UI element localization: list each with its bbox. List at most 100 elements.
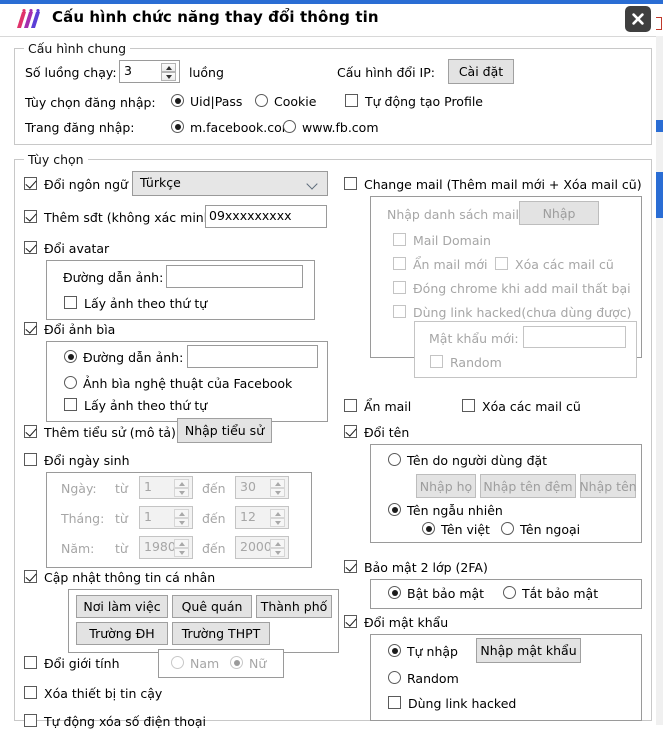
cover-settings-box: Đường dẫn ảnh: Ảnh bìa nghệ thuật của Fa… xyxy=(46,341,328,422)
login-cookie-radio[interactable] xyxy=(255,94,268,107)
day-from-value: 1 xyxy=(144,479,152,494)
month-from-increment-button xyxy=(174,509,189,518)
enter-bio-button[interactable]: Nhập tiểu sử xyxy=(177,418,272,443)
gender-male-radio xyxy=(171,656,184,669)
change-gender-label: Đổi giới tính xyxy=(44,656,120,671)
add-bio-checkbox[interactable] xyxy=(24,425,37,438)
hide-new-mail-checkbox xyxy=(393,257,406,270)
login-page-m-radio[interactable] xyxy=(171,120,184,133)
highschool-button[interactable]: Trường THPT xyxy=(172,622,270,645)
avatar-path-input[interactable] xyxy=(166,265,303,288)
vietnamese-name-radio[interactable] xyxy=(422,522,435,535)
ip-settings-button[interactable]: Cài đặt xyxy=(448,59,514,84)
update-personal-info-checkbox[interactable] xyxy=(24,570,37,583)
city-button[interactable]: Thành phố xyxy=(256,595,332,618)
auto-remove-phone-checkbox[interactable] xyxy=(24,714,37,727)
new-password-box: Mật khẩu mới: Random xyxy=(414,321,637,378)
login-uidpass-label: Uid|Pass xyxy=(190,94,243,109)
delete-old-mails-2-label: Xóa các mail cũ xyxy=(482,399,581,414)
foreign-name-radio[interactable] xyxy=(501,522,514,535)
year-to-label: đến xyxy=(202,541,226,556)
change-gender-checkbox[interactable] xyxy=(24,656,37,669)
change-birthday-checkbox[interactable] xyxy=(24,453,37,466)
change-avatar-label: Đổi avatar xyxy=(44,241,110,256)
remove-trusted-device-checkbox[interactable] xyxy=(24,686,37,699)
cover-path-input[interactable] xyxy=(187,345,318,368)
custom-name-radio[interactable] xyxy=(388,453,401,466)
change-name-checkbox[interactable] xyxy=(344,425,357,438)
hometown-button[interactable]: Quê quán xyxy=(172,595,252,618)
auto-remove-phone-label: Tự động xóa số điện thoại xyxy=(44,714,206,729)
change-password-checkbox[interactable] xyxy=(344,615,357,628)
vietnamese-name-label: Tên việt xyxy=(441,522,490,537)
month-to-increment-button xyxy=(270,509,285,518)
change-cover-checkbox[interactable] xyxy=(24,322,37,335)
university-button[interactable]: Trường ĐH xyxy=(76,622,168,645)
month-to-decrement-button xyxy=(270,518,285,527)
threads-unit-label: luồng xyxy=(189,65,224,80)
change-mail-checkbox[interactable] xyxy=(344,177,357,190)
random-password-option-label: Random xyxy=(407,671,459,686)
window-title-bar: Cấu hình chức năng thay đổi thông tin xyxy=(0,0,656,37)
disable-security-label: Tắt bảo mật xyxy=(522,586,599,601)
phone-input[interactable]: 09xxxxxxxxx xyxy=(205,205,327,228)
cover-fb-art-radio[interactable] xyxy=(64,376,77,389)
threads-decrement-button[interactable] xyxy=(161,72,176,81)
month-from-value: 1 xyxy=(144,509,152,524)
day-from-increment-button xyxy=(174,479,189,488)
enable-security-label: Bật bảo mật xyxy=(407,586,485,601)
workplace-button[interactable]: Nơi làm việc xyxy=(76,595,168,618)
two-fa-box: Bật bảo mật Tắt bảo mật xyxy=(370,579,642,609)
change-language-checkbox[interactable] xyxy=(24,177,37,190)
language-value: Türkçe xyxy=(140,175,181,190)
disable-security-radio[interactable] xyxy=(503,586,516,599)
auto-create-profile-checkbox[interactable] xyxy=(345,94,358,107)
language-select[interactable]: Türkçe xyxy=(132,171,328,196)
gender-radio-box: Nam Nữ xyxy=(158,649,284,678)
change-password-label: Đổi mật khẩu xyxy=(364,615,449,630)
manual-password-radio[interactable] xyxy=(388,644,401,657)
two-fa-checkbox[interactable] xyxy=(344,560,357,573)
random-password-option-radio[interactable] xyxy=(388,671,401,684)
general-config-legend: Cấu hình chung xyxy=(24,41,131,56)
use-hacked-link-checkbox xyxy=(393,305,406,318)
general-config-group: Cấu hình chung Số luồng chạy: 3 luồng Cấ… xyxy=(14,41,652,145)
delete-old-mails-checkbox xyxy=(495,257,508,270)
add-bio-label: Thêm tiểu sử (mô tả) xyxy=(44,425,176,440)
year-to-increment-button xyxy=(270,539,285,548)
cover-path-radio[interactable] xyxy=(64,350,77,363)
avatar-order-label: Lấy ảnh theo thứ tự xyxy=(84,296,208,311)
hide-mail-checkbox[interactable] xyxy=(344,399,357,412)
add-phone-checkbox[interactable] xyxy=(24,210,37,223)
delete-old-mails-label: Xóa các mail cũ xyxy=(515,257,614,272)
chevron-down-icon xyxy=(308,180,317,189)
avatar-order-checkbox[interactable] xyxy=(64,296,77,309)
login-option-label: Tùy chọn đăng nhập: xyxy=(25,95,156,110)
delete-old-mails-2-checkbox[interactable] xyxy=(462,399,475,412)
threads-increment-button[interactable] xyxy=(161,63,176,72)
change-birthday-label: Đổi ngày sinh xyxy=(44,453,130,468)
change-language-label: Đổi ngôn ngữ xyxy=(44,177,128,192)
login-page-www-radio[interactable] xyxy=(283,120,296,133)
cover-fb-art-label: Ảnh bìa nghệ thuật của Facebook xyxy=(83,376,293,391)
close-icon xyxy=(632,13,644,25)
cover-path-label: Đường dẫn ảnh: xyxy=(83,350,184,365)
threads-value: 3 xyxy=(124,63,132,78)
foreign-name-label: Tên ngoại xyxy=(520,522,581,537)
enable-security-radio[interactable] xyxy=(388,586,401,599)
cover-order-checkbox[interactable] xyxy=(64,398,77,411)
year-to-spinner: 2000 xyxy=(235,536,289,559)
random-name-radio[interactable] xyxy=(388,503,401,516)
login-page-label: Trang đăng nhập: xyxy=(25,120,135,135)
change-avatar-checkbox[interactable] xyxy=(24,241,37,254)
login-uidpass-radio[interactable] xyxy=(171,94,184,107)
day-from-decrement-button xyxy=(174,488,189,497)
close-button[interactable] xyxy=(625,6,651,32)
login-cookie-label: Cookie xyxy=(274,94,317,109)
manual-password-label: Tự nhập xyxy=(407,644,458,659)
options-group: Tùy chọn Đổi ngôn ngữ Türkçe Thêm sđt (k… xyxy=(14,152,652,729)
enter-middle-name-button: Nhập tên đệm xyxy=(480,474,576,498)
enter-password-button[interactable]: Nhập mật khẩu xyxy=(476,638,581,663)
threads-spinner[interactable]: 3 xyxy=(119,60,180,83)
hacked-link-password-checkbox[interactable] xyxy=(388,696,401,709)
